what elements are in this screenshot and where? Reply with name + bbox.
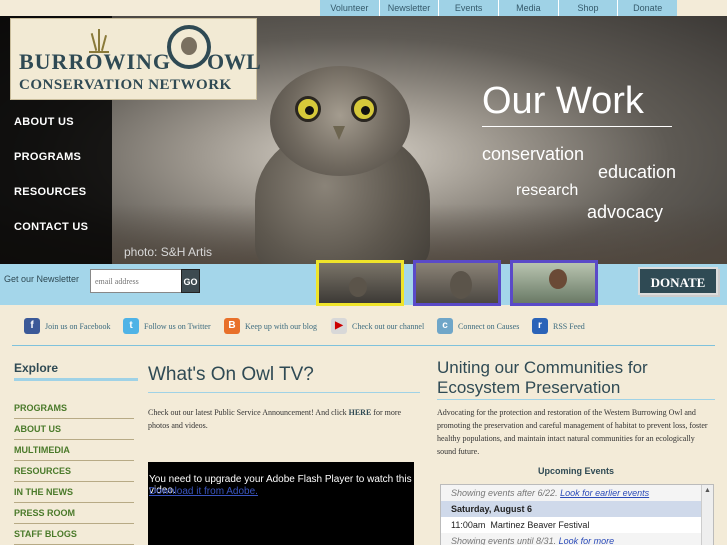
explore-item-multimedia[interactable]: MULTIMEDIA — [14, 440, 134, 461]
owl-tv-text: Check out our latest Public Service Anno… — [148, 406, 418, 432]
calendar-scrollbar[interactable] — [701, 485, 713, 545]
section-divider — [12, 345, 715, 346]
event-name: Martinez Beaver Festival — [490, 520, 590, 530]
top-nav-donate[interactable]: Donate — [617, 0, 677, 16]
owl-photo — [245, 66, 440, 264]
facebook-icon: f — [24, 318, 40, 334]
upcoming-events-title: Upcoming Events — [537, 466, 614, 476]
social-rss[interactable]: r RSS Feed — [532, 318, 585, 334]
hero-tag-education: education — [598, 162, 677, 182]
site-logo[interactable]: BURROWING OWL CONSERVATION NETWORK — [10, 18, 261, 100]
owl-tv-title-bar — [148, 392, 420, 393]
social-youtube[interactable]: ▶ Check out our channel — [331, 318, 424, 334]
explore-item-programs[interactable]: PROGRAMS — [14, 398, 134, 419]
youtube-icon: ▶ — [331, 318, 347, 334]
events-before-note: Showing events after 6/22. Look for earl… — [441, 485, 713, 501]
earlier-events-link[interactable]: Look for earlier events — [560, 488, 649, 498]
rss-icon: r — [532, 318, 548, 334]
side-nav: ABOUT US PROGRAMS RESOURCES CONTACT US — [14, 116, 88, 256]
blogger-icon: B — [224, 318, 240, 334]
social-rss-label: RSS Feed — [553, 321, 585, 331]
uniting-title-bar — [437, 399, 715, 400]
uniting-title: Uniting our Communities for Ecosystem Pr… — [437, 358, 648, 397]
social-blog[interactable]: B Keep up with our blog — [224, 318, 317, 334]
explore-item-staff-blogs[interactable]: STAFF BLOGS — [14, 524, 134, 545]
events-after-note: Showing events until 8/31. Look for more — [441, 533, 713, 545]
event-row[interactable]: 11:00am Martinez Beaver Festival — [441, 517, 713, 533]
newsletter-email-input[interactable] — [90, 269, 182, 293]
events-before-text: Showing events after 6/22. — [451, 488, 558, 498]
side-nav-programs[interactable]: PROGRAMS — [14, 151, 88, 163]
explore-title-bar — [14, 378, 138, 381]
events-calendar: Showing events after 6/22. Look for earl… — [440, 484, 714, 545]
owl-tv-title: What's On Owl TV? — [148, 364, 314, 385]
top-nav: Volunteer Newsletter Events Media Shop D… — [320, 0, 677, 16]
explore-title: Explore — [14, 361, 59, 375]
owl-tv-text-before: Check out our latest Public Service Anno… — [148, 408, 349, 417]
social-causes[interactable]: c Connect on Causes — [437, 318, 519, 334]
newsletter-band: Get our Newsletter GO DONATE — [0, 260, 727, 306]
uniting-text: Advocating for the protection and restor… — [437, 408, 708, 456]
photo-credit: photo: S&H Artis — [124, 245, 213, 259]
logo-text-burrowing: BURROWING — [19, 49, 172, 74]
gallery-thumb-2[interactable] — [413, 260, 501, 306]
hero-heading: Our Work — [482, 80, 644, 122]
logo-text-network: CONSERVATION NETWORK — [19, 77, 232, 93]
event-time: 11:00am — [451, 520, 486, 530]
causes-icon: c — [437, 318, 453, 334]
flash-download-link[interactable]: Download it from Adobe. — [149, 486, 258, 497]
hero-tag-research: research — [516, 182, 579, 199]
hero-tag-advocacy: advocacy — [587, 202, 664, 222]
social-youtube-label: Check out our channel — [352, 321, 425, 331]
social-facebook-label: Join us on Facebook — [45, 321, 111, 331]
explore-item-about-us[interactable]: ABOUT US — [14, 419, 134, 440]
top-nav-events[interactable]: Events — [438, 0, 498, 16]
social-causes-label: Connect on Causes — [458, 321, 520, 331]
top-nav-newsletter[interactable]: Newsletter — [378, 0, 439, 16]
explore-item-press-room[interactable]: PRESS ROOM — [14, 503, 134, 524]
hero-banner: BURROWING OWL CONSERVATION NETWORK ABOUT… — [0, 16, 727, 264]
owl-emblem-icon — [167, 25, 211, 69]
explore-item-in-the-news[interactable]: IN THE NEWS — [14, 482, 134, 503]
hero-heading-underline — [482, 126, 672, 127]
newsletter-label: Get our Newsletter — [4, 274, 80, 284]
events-after-text: Showing events until 8/31. — [451, 536, 557, 545]
logo-text-owl: OWL — [207, 49, 261, 74]
top-nav-volunteer[interactable]: Volunteer — [320, 0, 379, 16]
video-player[interactable]: You need to upgrade your Adobe Flash Pla… — [148, 462, 414, 545]
explore-menu: PROGRAMS ABOUT US MULTIMEDIA RESOURCES I… — [14, 398, 134, 545]
social-twitter-label: Follow us on Twitter — [144, 321, 211, 331]
explore-item-resources[interactable]: RESOURCES — [14, 461, 134, 482]
gallery-thumb-1[interactable] — [316, 260, 404, 306]
events-day-header: Saturday, August 6 — [441, 501, 713, 517]
owl-eye-right — [351, 96, 377, 122]
more-events-link[interactable]: Look for more — [559, 536, 615, 545]
hero-tag-conservation: conservation — [482, 144, 585, 164]
gallery-thumb-3[interactable] — [510, 260, 598, 306]
top-nav-media[interactable]: Media — [498, 0, 558, 16]
donate-button[interactable]: DONATE — [638, 267, 718, 295]
social-blog-label: Keep up with our blog — [245, 321, 317, 331]
twitter-icon: t — [123, 318, 139, 334]
owl-tv-here-link[interactable]: HERE — [349, 408, 372, 417]
side-nav-resources[interactable]: RESOURCES — [14, 186, 88, 198]
side-nav-contact-us[interactable]: CONTACT US — [14, 221, 88, 233]
social-links: f Join us on Facebook t Follow us on Twi… — [0, 318, 727, 340]
social-facebook[interactable]: f Join us on Facebook — [24, 318, 111, 334]
owl-eye-left — [295, 96, 321, 122]
top-nav-shop[interactable]: Shop — [557, 0, 618, 16]
social-twitter[interactable]: t Follow us on Twitter — [123, 318, 211, 334]
side-nav-about-us[interactable]: ABOUT US — [14, 116, 88, 128]
newsletter-go-button[interactable]: GO — [181, 269, 200, 293]
